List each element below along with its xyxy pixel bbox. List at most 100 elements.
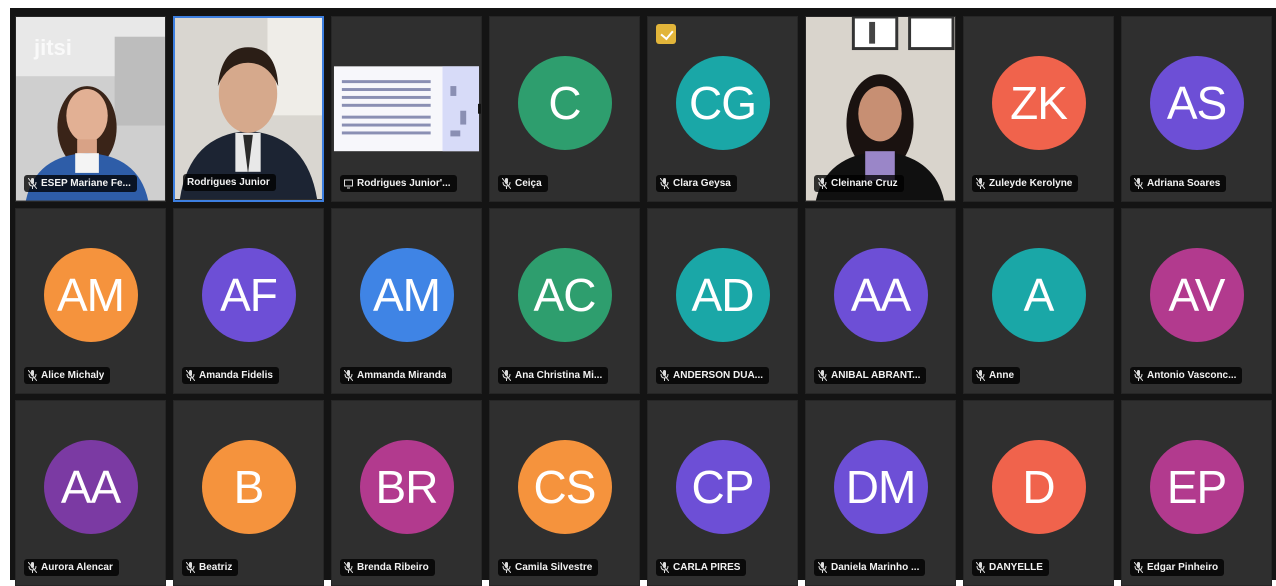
participant-avatar: AD: [675, 248, 770, 343]
participant-label: Zuleyde Kerolyne: [972, 175, 1079, 192]
participant-avatar: AM: [359, 248, 454, 343]
mic-muted-icon: [502, 562, 511, 573]
participant-avatar: BR: [359, 440, 454, 535]
participant-tile[interactable]: AV Antonio Vasconc...: [1121, 208, 1272, 394]
participant-video: [175, 18, 322, 200]
mic-muted-icon: [976, 370, 985, 381]
screen-share-icon: [344, 179, 353, 189]
mic-muted-icon: [186, 562, 195, 573]
participant-label: Daniela Marinho ...: [814, 559, 926, 576]
participant-avatar: AF: [201, 248, 296, 343]
mic-muted-icon: [28, 370, 37, 381]
participant-avatar: CG: [675, 56, 770, 151]
participant-tile[interactable]: AM Ammanda Miranda: [331, 208, 482, 394]
participant-avatar: C: [517, 56, 612, 151]
participant-name: Clara Geysa: [673, 178, 731, 189]
mic-muted-icon: [660, 178, 669, 189]
participant-tile[interactable]: CG Clara Geysa: [647, 16, 798, 202]
participant-label: Ammanda Miranda: [340, 367, 453, 384]
participant-label: ANIBAL ABRANT...: [814, 367, 927, 384]
participant-name: Camila Silvestre: [515, 562, 593, 573]
participant-name: Aurora Alencar: [41, 562, 113, 573]
participant-tile[interactable]: CS Camila Silvestre: [489, 400, 640, 586]
participant-label: Brenda Ribeiro: [340, 559, 435, 576]
participant-label: Clara Geysa: [656, 175, 737, 192]
participant-label: ANDERSON DUA...: [656, 367, 770, 384]
participant-label: Cleinane Cruz: [814, 175, 904, 192]
raised-hand-icon: [656, 24, 676, 44]
participant-tile[interactable]: BR Brenda Ribeiro: [331, 400, 482, 586]
participant-tile[interactable]: AD ANDERSON DUA...: [647, 208, 798, 394]
participant-tile[interactable]: EP Edgar Pinheiro: [1121, 400, 1272, 586]
participant-name: Adriana Soares: [1147, 178, 1221, 189]
participant-avatar: A: [991, 248, 1086, 343]
mic-muted-icon: [976, 178, 985, 189]
mic-muted-icon: [186, 370, 195, 381]
participant-name: Ana Christina Mi...: [515, 370, 603, 381]
participant-tile[interactable]: AS Adriana Soares: [1121, 16, 1272, 202]
participant-label: Antonio Vasconc...: [1130, 367, 1243, 384]
mic-muted-icon: [1134, 178, 1143, 189]
mic-muted-icon: [818, 370, 827, 381]
participant-tile[interactable]: AM Alice Michaly: [15, 208, 166, 394]
participant-avatar: AC: [517, 248, 612, 343]
participant-avatar: AA: [833, 248, 928, 343]
participant-label: Anne: [972, 367, 1020, 384]
participant-tile[interactable]: ZK Zuleyde Kerolyne: [963, 16, 1114, 202]
participant-avatar: AS: [1149, 56, 1244, 151]
participant-tile[interactable]: Cleinane Cruz: [805, 16, 956, 202]
participant-label: Camila Silvestre: [498, 559, 599, 576]
participant-name: Ceiça: [515, 178, 542, 189]
participant-tile-screenshare[interactable]: Rodrigues Junior'...: [331, 16, 482, 202]
participant-tile[interactable]: A Anne: [963, 208, 1114, 394]
participant-name: DANYELLE: [989, 562, 1043, 573]
mic-muted-icon: [818, 562, 827, 573]
participant-tile[interactable]: D DANYELLE: [963, 400, 1114, 586]
participant-label: Ana Christina Mi...: [498, 367, 609, 384]
mic-muted-icon: [660, 562, 669, 573]
participant-tile[interactable]: C Ceiça: [489, 16, 640, 202]
participant-tile-dominant-speaker[interactable]: Rodrigues Junior: [173, 16, 324, 202]
participant-grid: jitsi ESEP Mariane Fe... Rodrigues Junio…: [15, 16, 1272, 586]
participant-label: Adriana Soares: [1130, 175, 1227, 192]
participant-name: Cleinane Cruz: [831, 178, 898, 189]
participant-avatar: CP: [675, 440, 770, 535]
mic-muted-icon: [28, 178, 37, 189]
participant-tile[interactable]: AF Amanda Fidelis: [173, 208, 324, 394]
participant-label: Edgar Pinheiro: [1130, 559, 1225, 576]
participant-tile[interactable]: jitsi ESEP Mariane Fe...: [15, 16, 166, 202]
participant-name: Alice Michaly: [41, 370, 105, 381]
mic-muted-icon: [344, 562, 353, 573]
participant-label: Beatriz: [182, 559, 239, 576]
participant-avatar: DM: [833, 440, 928, 535]
participant-tile[interactable]: AC Ana Christina Mi...: [489, 208, 640, 394]
participant-avatar: AV: [1149, 248, 1244, 343]
participant-label: DANYELLE: [972, 559, 1049, 576]
meeting-stage: jitsi ESEP Mariane Fe... Rodrigues Junio…: [10, 8, 1276, 586]
participant-tile[interactable]: AA ANIBAL ABRANT...: [805, 208, 956, 394]
shared-screen: [332, 17, 481, 201]
participant-tile[interactable]: CP CARLA PIRES: [647, 400, 798, 586]
participant-tile[interactable]: B Beatriz: [173, 400, 324, 586]
participant-tile[interactable]: DM Daniela Marinho ...: [805, 400, 956, 586]
participant-tile[interactable]: AA Aurora Alencar: [15, 400, 166, 586]
participant-avatar: B: [201, 440, 296, 535]
participant-avatar: EP: [1149, 440, 1244, 535]
participant-name: ESEP Mariane Fe...: [41, 178, 131, 189]
participant-video: [806, 17, 955, 201]
participant-name: Beatriz: [199, 562, 233, 573]
mic-muted-icon: [818, 178, 827, 189]
participant-name: Rodrigues Junior: [187, 177, 270, 188]
participant-label: Ceiça: [498, 175, 548, 192]
participant-name: ANIBAL ABRANT...: [831, 370, 921, 381]
participant-name: Antonio Vasconc...: [1147, 370, 1237, 381]
mic-muted-icon: [344, 370, 353, 381]
participant-name: Edgar Pinheiro: [1147, 562, 1219, 573]
participant-name: Zuleyde Kerolyne: [989, 178, 1073, 189]
participant-label: Amanda Fidelis: [182, 367, 279, 384]
participant-label: Rodrigues Junior: [183, 174, 276, 191]
participant-avatar: ZK: [991, 56, 1086, 151]
participant-name: Rodrigues Junior'...: [357, 178, 451, 189]
participant-avatar: CS: [517, 440, 612, 535]
participant-name: Brenda Ribeiro: [357, 562, 429, 573]
